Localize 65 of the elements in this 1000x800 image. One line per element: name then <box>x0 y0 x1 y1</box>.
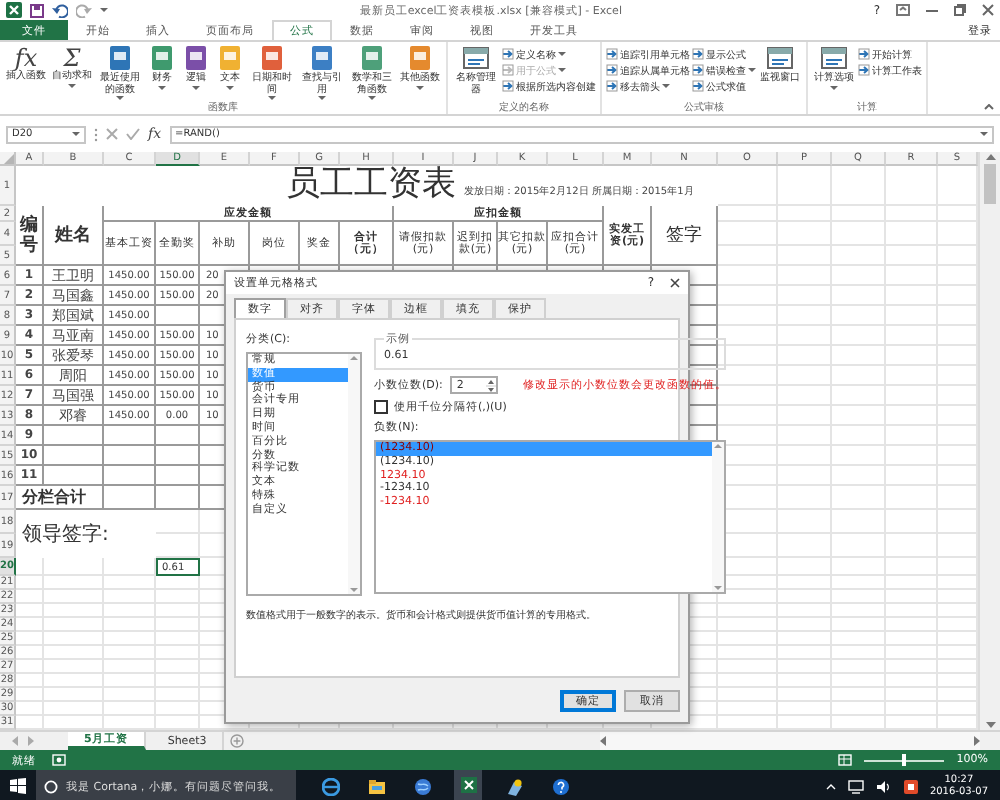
ribbon-options-icon[interactable] <box>896 4 910 16</box>
check-icon[interactable] <box>126 128 140 140</box>
formula-symbol: fx <box>14 44 38 72</box>
arrow-icon <box>858 48 870 60</box>
caret-icon <box>72 132 80 136</box>
scroll-right-icon[interactable] <box>974 736 980 746</box>
paint-icon[interactable] <box>505 777 523 795</box>
save-icon[interactable] <box>30 3 44 17</box>
caret-icon <box>318 96 326 100</box>
circle-icon <box>44 779 58 793</box>
arrow-icon <box>692 80 704 92</box>
arrow-icon <box>502 64 514 76</box>
spreadsheet-app-icon[interactable] <box>459 776 477 794</box>
spinner-arrows-icon[interactable] <box>486 377 497 393</box>
tray-caret-icon[interactable] <box>825 783 836 789</box>
arrow-icon <box>606 80 618 92</box>
excel-logo-icon[interactable] <box>6 2 22 18</box>
caret-icon <box>368 96 376 100</box>
normal-view-icon[interactable] <box>838 754 853 766</box>
arrow-icon <box>606 64 618 76</box>
arrow-icon <box>692 64 704 76</box>
close-icon[interactable] <box>982 4 994 16</box>
undo-icon[interactable] <box>52 3 68 17</box>
caret-icon <box>226 85 234 89</box>
help-icon[interactable] <box>551 777 569 795</box>
arrow-icon <box>858 64 870 76</box>
caret-icon[interactable] <box>100 8 108 12</box>
caret-icon <box>748 68 756 72</box>
slider-thumb[interactable] <box>902 754 907 766</box>
caret-icon <box>558 68 566 72</box>
caret-icon <box>268 96 276 100</box>
windows-start-icon[interactable] <box>10 778 26 794</box>
horizontal-scrollbar[interactable] <box>600 732 980 750</box>
network-icon[interactable] <box>847 779 864 793</box>
caret-icon <box>158 85 166 89</box>
sheet-title: 员工工资表 <box>286 166 456 202</box>
arrow-icon <box>502 48 514 60</box>
macro-icon[interactable] <box>52 754 66 766</box>
collapse-icon[interactable] <box>984 104 994 110</box>
caret-icon <box>68 83 76 87</box>
caret-icon <box>980 132 988 136</box>
vertical-scrollbar[interactable] <box>978 152 1000 730</box>
folder-icon[interactable] <box>367 777 385 795</box>
caret-icon <box>830 85 838 89</box>
arrow-icon <box>502 80 514 92</box>
caret-icon <box>662 84 670 88</box>
scroll-left-icon[interactable] <box>600 736 606 746</box>
input-method-icon[interactable] <box>903 779 918 793</box>
close-icon[interactable] <box>670 278 680 288</box>
formula-symbol: Σ <box>63 44 81 72</box>
minimize-icon[interactable] <box>926 4 938 16</box>
caret-icon <box>116 96 124 100</box>
caret-icon <box>192 85 200 89</box>
caret-icon <box>416 85 424 89</box>
arrow-icon <box>692 48 704 60</box>
globe-icon[interactable] <box>413 777 431 795</box>
scroll-thumb[interactable] <box>984 164 996 204</box>
restore-icon[interactable] <box>954 4 966 16</box>
arrow-icon <box>606 48 618 60</box>
signature-label: 领导签字: <box>16 510 156 558</box>
caret-icon <box>558 52 566 56</box>
browser-icon[interactable] <box>321 777 339 795</box>
scroll-up-icon[interactable] <box>350 356 358 360</box>
checkbox[interactable] <box>374 400 388 414</box>
volume-icon[interactable] <box>875 779 892 793</box>
